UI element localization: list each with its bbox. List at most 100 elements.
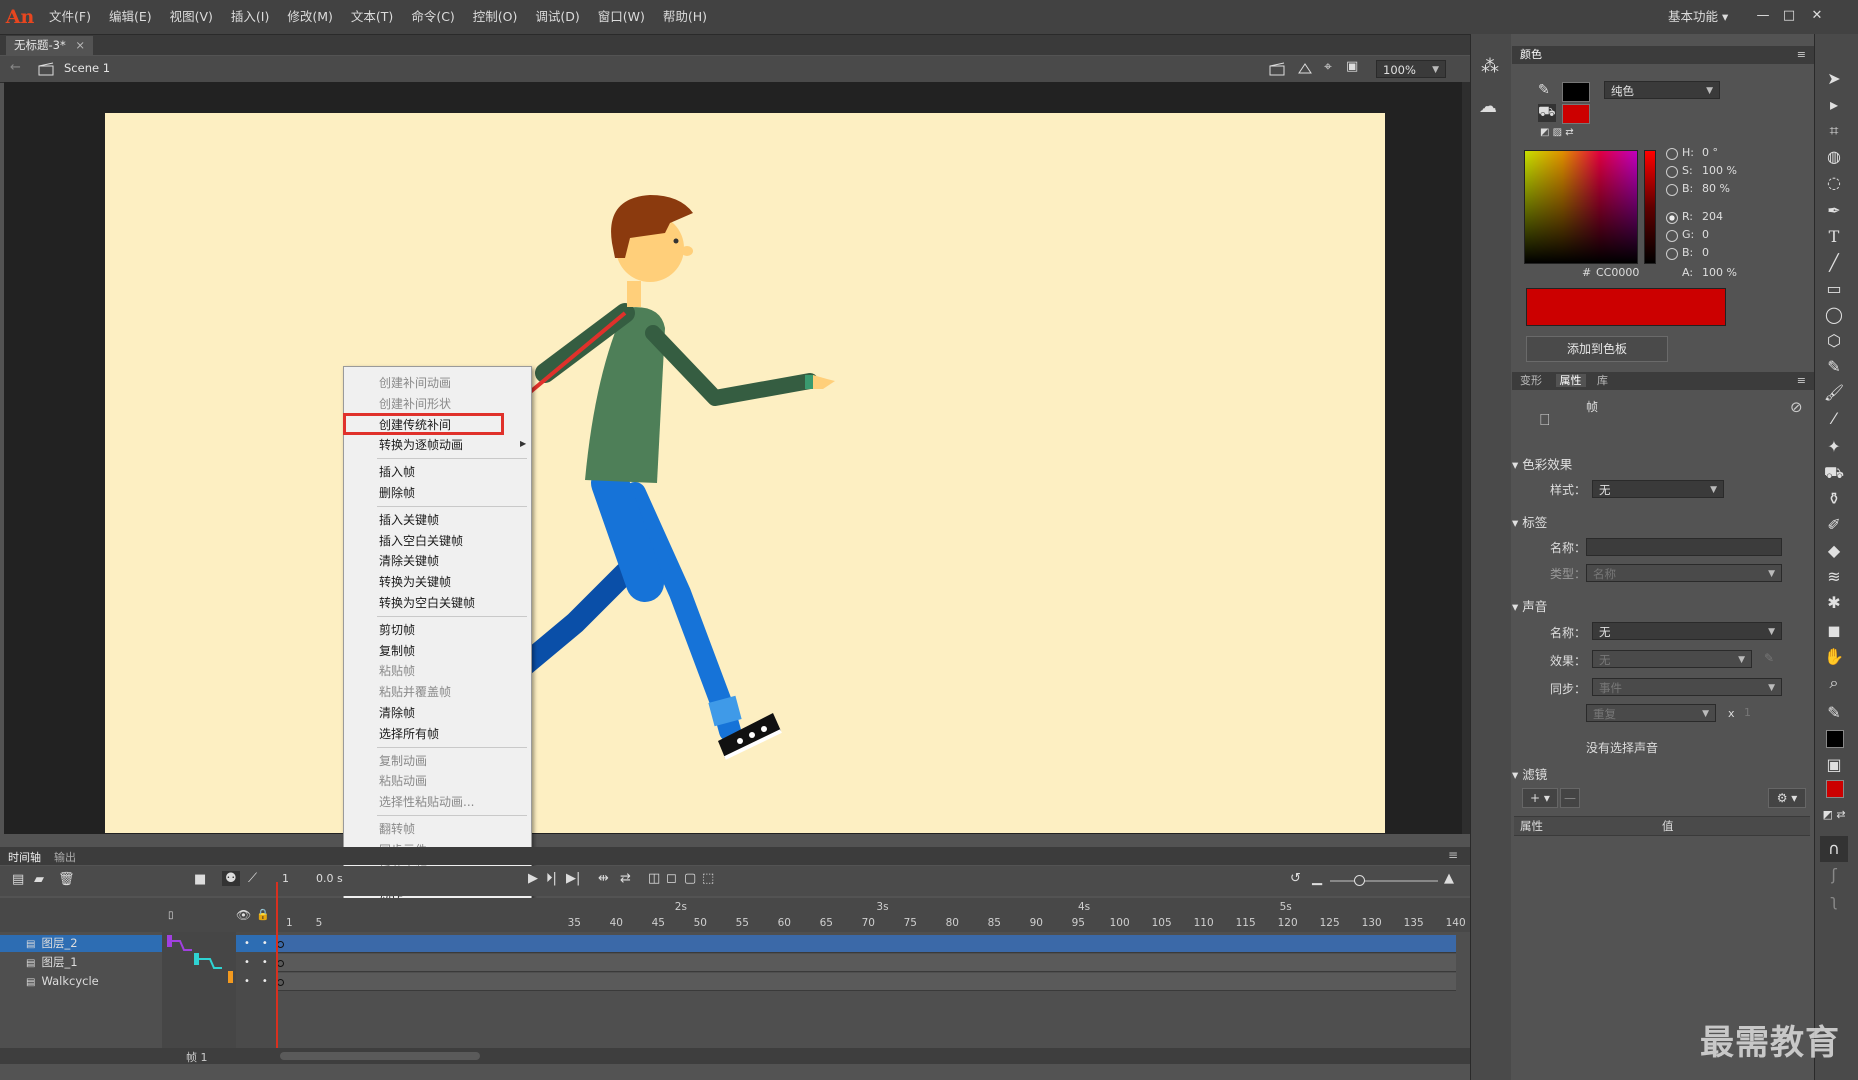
- swap-colors-icon[interactable]: ◩ ⇄: [1820, 802, 1848, 828]
- saturation-brightness-picker[interactable]: [1524, 150, 1638, 264]
- context-menu-item-9[interactable]: 转换为关键帧: [379, 572, 451, 592]
- panel-menu-icon[interactable]: ≡: [1797, 46, 1806, 64]
- maximize-button[interactable]: □: [1778, 6, 1800, 26]
- camera-icon[interactable]: ■: [194, 872, 206, 887]
- tab-transform[interactable]: 变形: [1520, 374, 1542, 387]
- color-panel-title[interactable]: 颜色: [1520, 48, 1542, 61]
- keyframe-marker[interactable]: [277, 979, 284, 986]
- fill-color-icon[interactable]: ▣: [1820, 752, 1848, 778]
- tab-output[interactable]: 输出: [54, 849, 76, 865]
- r-radio[interactable]: [1666, 212, 1678, 224]
- layer-parenting-icon[interactable]: ⚉: [222, 871, 240, 886]
- text-tool-icon[interactable]: T: [1820, 224, 1848, 250]
- label-name-input[interactable]: [1586, 538, 1782, 556]
- context-menu-item-14[interactable]: 粘贴并覆盖帧: [379, 682, 451, 702]
- workspace-switcher[interactable]: 基本功能 ▾: [1668, 0, 1728, 34]
- context-menu-item-15[interactable]: 清除帧: [379, 703, 415, 723]
- s-value[interactable]: 100 %: [1702, 164, 1737, 177]
- current-time[interactable]: 0.0 s: [316, 872, 343, 885]
- lasso-tool-icon[interactable]: ◌: [1820, 170, 1848, 196]
- keyframe-marker[interactable]: [277, 960, 284, 967]
- edit-symbol-icon[interactable]: [1296, 61, 1314, 77]
- lock-dot-icon[interactable]: •: [262, 957, 268, 968]
- add-to-swatches-button[interactable]: 添加到色板: [1526, 336, 1668, 362]
- graph-icon[interactable]: ⟋: [248, 871, 257, 886]
- visibility-dot-icon[interactable]: •: [244, 938, 250, 949]
- sound-repeat-select[interactable]: 重复 ▼: [1586, 704, 1716, 722]
- menu-item-6[interactable]: 命令(C): [402, 0, 463, 34]
- lock-dot-icon[interactable]: •: [262, 938, 268, 949]
- tab-library[interactable]: 库: [1597, 374, 1608, 387]
- document-tab-close-icon[interactable]: ×: [75, 38, 85, 52]
- ink-bottle-tool-icon[interactable]: ⚱: [1820, 486, 1848, 512]
- menu-item-9[interactable]: 窗口(W): [589, 0, 654, 34]
- step-forward-icon[interactable]: ⏵|: [546, 871, 557, 886]
- help-icon[interactable]: ⊘: [1790, 398, 1803, 416]
- context-menu-item-19[interactable]: 选择性粘贴动画...: [379, 792, 474, 812]
- tab-timeline[interactable]: 时间轴: [8, 849, 41, 865]
- close-window-button[interactable]: ✕: [1806, 6, 1828, 26]
- add-filter-button[interactable]: + ▾: [1522, 788, 1558, 808]
- free-transform-tool-icon[interactable]: ⌗: [1820, 118, 1848, 144]
- context-menu-item-13[interactable]: 粘贴帧: [379, 661, 415, 681]
- scene-name[interactable]: Scene 1: [64, 61, 110, 75]
- minimize-button[interactable]: —: [1752, 6, 1774, 26]
- sound-name-select[interactable]: 无 ▼: [1592, 622, 1782, 640]
- zoom-tool-icon[interactable]: ⌕: [1820, 670, 1848, 696]
- play-icon[interactable]: ▶: [528, 871, 538, 886]
- oval-tool-icon[interactable]: ◯: [1820, 302, 1848, 328]
- sound-section[interactable]: ▾ 声音: [1512, 596, 1547, 615]
- brush-tool-icon[interactable]: ⁄: [1820, 406, 1848, 432]
- go-to-end-icon[interactable]: ▶|: [566, 871, 580, 886]
- context-menu-item-1[interactable]: 创建补间形状: [379, 394, 451, 414]
- edit-multiple-icon[interactable]: ▢: [684, 871, 696, 886]
- s-radio[interactable]: [1666, 166, 1678, 178]
- subselection-tool-icon[interactable]: ▸: [1820, 92, 1848, 118]
- paint-bucket-tool-icon[interactable]: ⛟: [1820, 460, 1848, 486]
- h-radio[interactable]: [1666, 148, 1678, 160]
- label-section[interactable]: ▾ 标签: [1512, 512, 1547, 531]
- line-tool-icon[interactable]: ╱: [1820, 250, 1848, 276]
- keyframe-marker[interactable]: [277, 941, 284, 948]
- repeat-count[interactable]: 1: [1744, 706, 1751, 719]
- color-effect-section[interactable]: ▾ 色彩效果: [1512, 454, 1572, 473]
- menu-item-5[interactable]: 文本(T): [342, 0, 402, 34]
- tab-properties[interactable]: 属性: [1555, 374, 1586, 387]
- g-radio[interactable]: [1666, 230, 1678, 242]
- menu-item-3[interactable]: 插入(I): [222, 0, 278, 34]
- document-tab[interactable]: 无标题-3* ×: [6, 36, 94, 55]
- layer-row[interactable]: ▤ 图层_2: [0, 935, 162, 952]
- current-frame[interactable]: 1: [282, 872, 289, 885]
- fill-color-icon[interactable]: ⛟: [1538, 104, 1556, 122]
- layer-frames[interactable]: [276, 954, 1456, 972]
- context-menu-item-3[interactable]: 转换为逐帧动画: [379, 435, 463, 455]
- menu-item-2[interactable]: 视图(V): [161, 0, 222, 34]
- context-menu-item-20[interactable]: 翻转帧: [379, 819, 415, 839]
- playhead[interactable]: [276, 882, 278, 1062]
- alpha-value[interactable]: 100 %: [1702, 266, 1737, 279]
- context-menu-item-12[interactable]: 复制帧: [379, 641, 415, 661]
- layer-name[interactable]: Walkcycle: [41, 974, 98, 988]
- menu-item-4[interactable]: 修改(M): [278, 0, 342, 34]
- zoom-select[interactable]: 100% ▼: [1376, 60, 1446, 78]
- menu-item-0[interactable]: 文件(F): [40, 0, 100, 34]
- h-value[interactable]: 0 °: [1702, 146, 1718, 159]
- clip-stage-icon[interactable]: ▣: [1346, 59, 1358, 74]
- stroke-color-icon[interactable]: ✎: [1820, 700, 1848, 726]
- context-menu-item-18[interactable]: 粘贴动画: [379, 771, 427, 791]
- b-radio[interactable]: [1666, 184, 1678, 196]
- menu-item-7[interactable]: 控制(O): [464, 0, 527, 34]
- new-folder-icon[interactable]: ▰: [34, 872, 44, 887]
- hex-value[interactable]: CC0000: [1596, 266, 1639, 279]
- r-value[interactable]: 204: [1702, 210, 1723, 223]
- panel-menu-icon[interactable]: ≡: [1797, 372, 1806, 390]
- asset-warp-tool-icon[interactable]: ✱: [1820, 590, 1848, 616]
- context-menu-item-7[interactable]: 插入空白关键帧: [379, 531, 463, 551]
- edit-pencil-icon[interactable]: ✎: [1764, 651, 1774, 665]
- context-menu-item-17[interactable]: 复制动画: [379, 751, 427, 771]
- context-menu-item-5[interactable]: 删除帧: [379, 483, 415, 503]
- 3d-rotation-tool-icon[interactable]: ◍: [1820, 144, 1848, 170]
- stroke-color-swatch[interactable]: [1562, 82, 1590, 102]
- visibility-dot-icon[interactable]: •: [244, 957, 250, 968]
- layer-name[interactable]: 图层_1: [41, 955, 77, 969]
